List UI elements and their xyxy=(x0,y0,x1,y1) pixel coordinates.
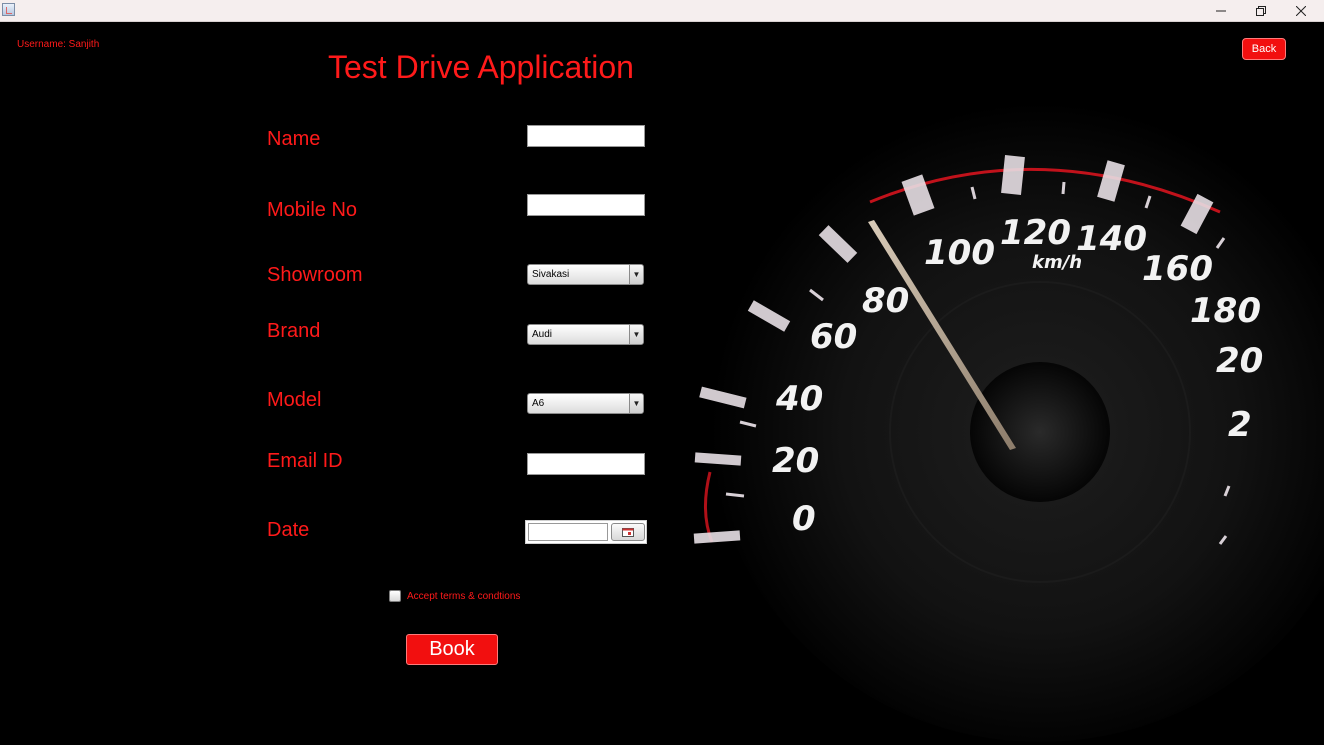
speed-tick-label: 120 xyxy=(1000,213,1071,253)
date-picker xyxy=(525,520,647,544)
speed-tick-label: 160 xyxy=(1142,249,1213,289)
page-title: Test Drive Application xyxy=(328,49,634,85)
maximize-button[interactable] xyxy=(1241,0,1281,21)
minimize-icon xyxy=(1216,10,1226,11)
date-label: Date xyxy=(267,519,310,541)
speed-tick-label: 80 xyxy=(862,281,909,321)
email-input[interactable] xyxy=(527,453,645,475)
speed-tick-label: 60 xyxy=(810,317,857,357)
back-button[interactable]: Back xyxy=(1242,38,1286,60)
dropdown-arrow-icon: ▼ xyxy=(629,325,643,344)
showroom-select[interactable]: Sivakasi ▼ xyxy=(527,264,644,285)
mobile-label: Mobile No xyxy=(267,199,358,221)
speed-unit-label: km/h xyxy=(1032,252,1082,273)
terms-label[interactable]: Accept terms & condtions xyxy=(407,591,520,602)
model-selected-value: A6 xyxy=(532,398,545,409)
model-label: Model xyxy=(267,389,322,411)
speed-tick-label: 2 xyxy=(1228,405,1252,445)
speed-tick-label: 20 xyxy=(772,441,819,481)
email-label: Email ID xyxy=(267,450,343,472)
showroom-selected-value: Sivakasi xyxy=(532,269,570,280)
close-icon xyxy=(1296,5,1306,16)
speed-tick-label: 0 xyxy=(792,499,816,539)
speedometer-image: 0 20 40 60 80 100 120 140 160 180 20 2 k… xyxy=(693,102,1324,742)
mobile-input[interactable] xyxy=(527,194,645,216)
close-button[interactable] xyxy=(1281,0,1321,21)
brand-select[interactable]: Audi ▼ xyxy=(527,324,644,345)
minimize-button[interactable] xyxy=(1201,0,1241,21)
model-select[interactable]: A6 ▼ xyxy=(527,393,644,414)
book-button[interactable]: Book xyxy=(406,634,498,665)
username-label: Username: Sanjith xyxy=(17,39,100,50)
date-input[interactable] xyxy=(528,523,608,541)
brand-selected-value: Audi xyxy=(532,329,553,340)
restore-icon xyxy=(1256,5,1266,16)
dropdown-arrow-icon: ▼ xyxy=(629,265,643,284)
dropdown-arrow-icon: ▼ xyxy=(629,394,643,413)
speed-tick-label: 140 xyxy=(1076,219,1147,259)
speed-tick-label: 20 xyxy=(1216,341,1263,381)
java-app-icon xyxy=(2,3,15,16)
name-input[interactable] xyxy=(527,125,645,147)
terms-checkbox[interactable] xyxy=(389,590,401,602)
calendar-button[interactable] xyxy=(611,523,645,541)
name-label: Name xyxy=(267,128,321,150)
showroom-label: Showroom xyxy=(267,264,363,286)
title-bar xyxy=(0,0,1324,22)
speed-tick-label: 100 xyxy=(924,233,995,273)
terms-row: Accept terms & condtions xyxy=(389,590,520,602)
brand-label: Brand xyxy=(267,320,321,342)
speed-tick-label: 40 xyxy=(775,379,823,419)
main-panel: 0 20 40 60 80 100 120 140 160 180 20 2 k… xyxy=(0,22,1324,745)
calendar-icon xyxy=(622,527,634,537)
speed-tick-label: 180 xyxy=(1190,291,1261,331)
